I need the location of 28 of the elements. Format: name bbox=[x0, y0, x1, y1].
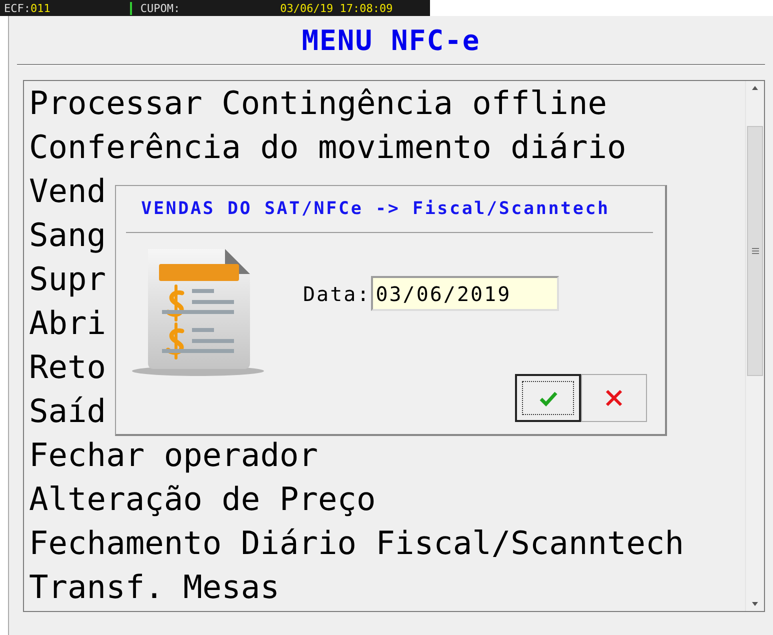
date-label: Data: bbox=[303, 282, 371, 306]
menu-item[interactable]: Alteração de Preço bbox=[29, 482, 376, 516]
check-icon bbox=[538, 390, 558, 406]
scroll-down-icon bbox=[751, 601, 759, 607]
menu-item[interactable]: Vend bbox=[29, 174, 106, 208]
grip-icon bbox=[752, 248, 758, 254]
ecf-number: 011 bbox=[30, 2, 50, 14]
ecf-label: ECF: bbox=[4, 2, 30, 14]
menu-item[interactable]: Reto bbox=[29, 350, 106, 384]
menu-item[interactable]: Abri bbox=[29, 306, 106, 340]
cross-icon bbox=[605, 389, 623, 407]
scroll-up-icon bbox=[751, 85, 759, 91]
menu-item[interactable]: Saíd bbox=[29, 394, 106, 428]
menu-item[interactable]: Conferência do movimento diário bbox=[29, 130, 626, 164]
scrollbar[interactable] bbox=[745, 81, 764, 611]
date-field[interactable]: 03/06/2019 bbox=[370, 276, 559, 311]
window-title: MENU NFC-e bbox=[302, 24, 480, 56]
menu-item[interactable]: Sang bbox=[29, 218, 106, 252]
menu-item[interactable]: Processar Contingência offline bbox=[29, 86, 607, 120]
scroll-thumb[interactable] bbox=[747, 126, 763, 376]
confirm-button[interactable] bbox=[515, 374, 581, 422]
menu-item[interactable]: Fechamento Diário Fiscal/Scanntech bbox=[29, 526, 684, 560]
cancel-button[interactable] bbox=[581, 374, 647, 422]
dialog-title: VENDAS DO SAT/NFCe -> Fiscal/Scanntech bbox=[141, 199, 610, 219]
date-time: 03/06/19 17:08:09 bbox=[280, 2, 393, 14]
menu-item[interactable]: Fechar operador bbox=[29, 438, 318, 472]
menu-item[interactable]: Transf. Mesas bbox=[29, 570, 280, 604]
menu-item[interactable]: Supr bbox=[29, 262, 106, 296]
